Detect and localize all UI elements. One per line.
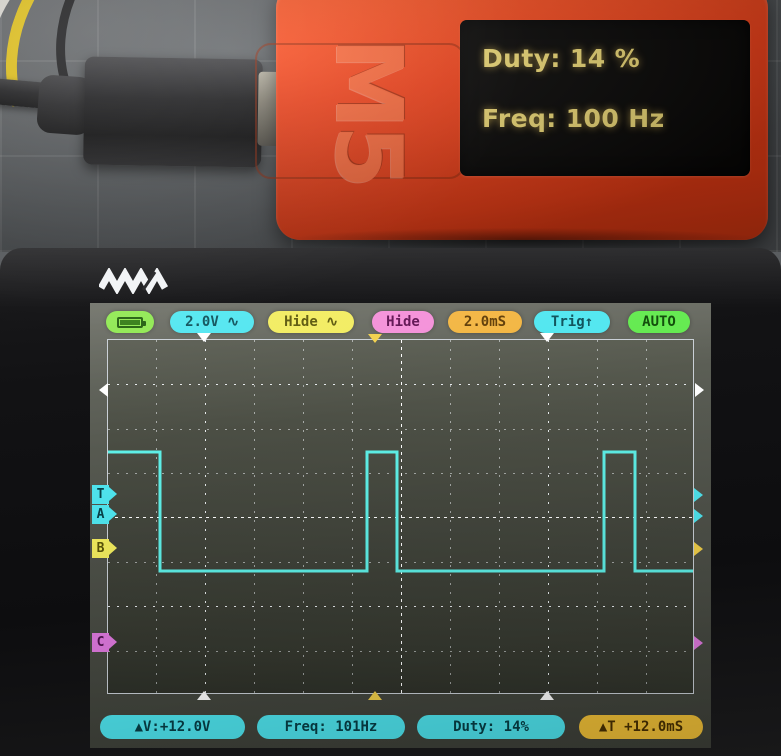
usb-c-connector — [83, 56, 263, 168]
frequency-readout[interactable]: Freq: 101Hz — [257, 715, 405, 739]
battery-icon — [117, 316, 146, 328]
usb-cable — [0, 77, 131, 117]
m5-logo-text: M5 — [315, 37, 423, 185]
battery-status-button[interactable] — [106, 311, 154, 333]
math-channel-button[interactable]: Hide — [372, 311, 434, 333]
math-ground-tag-label: C — [96, 635, 105, 650]
bottom-center-marker[interactable] — [540, 691, 554, 700]
ch1-waveform-trace — [108, 450, 693, 573]
bottom-trigger-marker[interactable] — [368, 691, 382, 700]
right-math-ground-marker[interactable] — [694, 636, 703, 650]
ch1-volts-per-div-button[interactable]: 2.0V ∿ — [170, 311, 254, 333]
run-mode-button[interactable]: AUTO — [628, 311, 690, 333]
trigger-position-marker[interactable] — [368, 334, 382, 343]
white-wire — [0, 0, 182, 191]
m5-duty-readout: Duty: 14 % — [482, 44, 641, 73]
ch1-ground-tag-label: A — [96, 507, 105, 522]
vpp-readout[interactable]: ▲V:+12.0V — [100, 715, 245, 739]
math-ground-tag[interactable]: C — [92, 633, 117, 652]
right-ch2-ground-marker[interactable] — [694, 542, 703, 556]
yellow-wire — [0, 0, 215, 183]
right-ch1-ground-marker[interactable] — [694, 509, 703, 523]
black-wire — [23, 0, 277, 171]
ch2-state-button[interactable]: Hide ∿ — [268, 311, 354, 333]
m5-device-screen: Duty: 14 % Freq: 100 Hz — [460, 20, 750, 176]
m5-logo-frame — [255, 43, 465, 179]
bottom-position-marker[interactable] — [197, 691, 211, 700]
scope-status-bar: ▲V:+12.0V Freq: 101Hz Duty: 14% ▲T +12.0… — [90, 715, 711, 741]
zigzag-wave-logo-icon — [99, 266, 171, 296]
ch1-ground-tag[interactable]: A — [92, 505, 117, 524]
timebase-button[interactable]: 2.0mS — [448, 311, 522, 333]
desk-surface: M5 Duty: 14 % Freq: 100 Hz — [0, 0, 781, 252]
right-trigger-level-marker[interactable] — [694, 488, 703, 502]
oscilloscope-lcd-screen: 2.0V ∿ Hide ∿ Hide 2.0mS Trig↑ AUTO T A … — [90, 303, 711, 748]
horizontal-position-marker[interactable] — [197, 333, 211, 342]
trigger-mode-button[interactable]: Trig↑ — [534, 311, 610, 333]
graticule — [107, 339, 694, 694]
left-edge-marker — [99, 383, 108, 397]
right-top-marker — [695, 383, 704, 397]
m5-freq-readout: Freq: 100 Hz — [482, 104, 665, 134]
ch2-ground-tag-label: B — [96, 541, 105, 556]
usb-cable-strain-relief — [36, 74, 94, 136]
usb-c-connector-tip — [257, 71, 299, 147]
scope-toolbar: 2.0V ∿ Hide ∿ Hide 2.0mS Trig↑ AUTO — [90, 309, 711, 335]
ch2-ground-tag[interactable]: B — [92, 539, 117, 558]
m5-brand-logo: M5 — [278, 37, 460, 185]
horizontal-center-marker[interactable] — [540, 333, 554, 342]
trigger-level-tag[interactable]: T — [92, 485, 117, 504]
m5-stack-device: M5 Duty: 14 % Freq: 100 Hz — [255, 0, 768, 240]
duty-readout[interactable]: Duty: 14% — [417, 715, 565, 739]
delta-t-readout[interactable]: ▲T +12.0mS — [579, 715, 703, 739]
trigger-level-tag-label: T — [96, 487, 105, 502]
